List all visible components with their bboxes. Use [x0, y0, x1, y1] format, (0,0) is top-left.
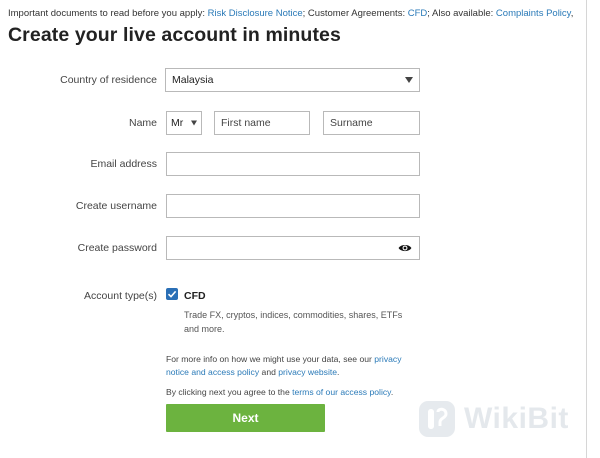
terms-agreement: By clicking next you agree to the terms …	[166, 387, 393, 397]
agree-prefix: By clicking next you agree to the	[166, 387, 293, 397]
documents-notice: Important documents to read before you a…	[8, 8, 573, 19]
chevron-down-icon	[191, 120, 197, 126]
cfd-option-label: CFD	[184, 290, 206, 302]
watermark: WikiBit	[418, 400, 569, 438]
chevron-down-icon	[405, 77, 413, 83]
eye-icon[interactable]	[398, 242, 412, 254]
agree-suffix: .	[390, 387, 394, 397]
username-input[interactable]	[166, 194, 420, 218]
privacy-info: For more info on how we might use your d…	[166, 353, 426, 379]
email-label: Email address	[90, 158, 157, 170]
complaints-policy-link[interactable]: Complaints Policy	[496, 8, 571, 19]
checkmark-icon	[167, 290, 177, 298]
watermark-text: WikiBit	[464, 402, 569, 435]
surname-placeholder: Surname	[330, 117, 373, 129]
notice-prefix: Important documents to read before you a…	[8, 8, 208, 19]
country-label: Country of residence	[60, 74, 157, 86]
account-type-label: Account type(s)	[84, 290, 157, 302]
privacy-website-link[interactable]: privacy website	[278, 367, 337, 377]
first-name-input[interactable]: First name	[214, 111, 310, 135]
cfd-agreement-link[interactable]: CFD	[408, 8, 428, 19]
page-divider	[586, 0, 587, 458]
title-value: Mr	[171, 117, 184, 129]
notice-also: ; Also available:	[427, 8, 496, 19]
info-and: and	[259, 367, 279, 377]
notice-suffix: ,	[570, 8, 574, 19]
country-value: Malaysia	[172, 74, 214, 86]
wikibit-logo-icon	[419, 401, 455, 437]
password-input[interactable]	[166, 236, 420, 260]
first-name-placeholder: First name	[221, 117, 271, 129]
username-label: Create username	[75, 200, 157, 212]
name-label: Name	[128, 117, 157, 129]
country-select[interactable]: Malaysia	[165, 68, 420, 92]
notice-mid: ; Customer Agreements:	[302, 8, 408, 19]
risk-disclosure-link[interactable]: Risk Disclosure Notice	[208, 8, 303, 19]
cfd-description: Trade FX, cryptos, indices, commodities,…	[184, 310, 403, 334]
info-prefix: For more info on how we might use your d…	[166, 354, 375, 364]
title-select[interactable]: Mr	[166, 111, 202, 135]
info-suffix: .	[337, 367, 340, 377]
cfd-checkbox[interactable]	[166, 288, 178, 300]
surname-input[interactable]: Surname	[323, 111, 420, 135]
password-label: Create password	[77, 242, 157, 254]
email-input[interactable]	[166, 152, 420, 176]
terms-link[interactable]: terms of our access policy	[292, 387, 391, 397]
next-button[interactable]: Next	[166, 404, 325, 432]
page-title: Create your live account in minutes	[8, 24, 341, 46]
